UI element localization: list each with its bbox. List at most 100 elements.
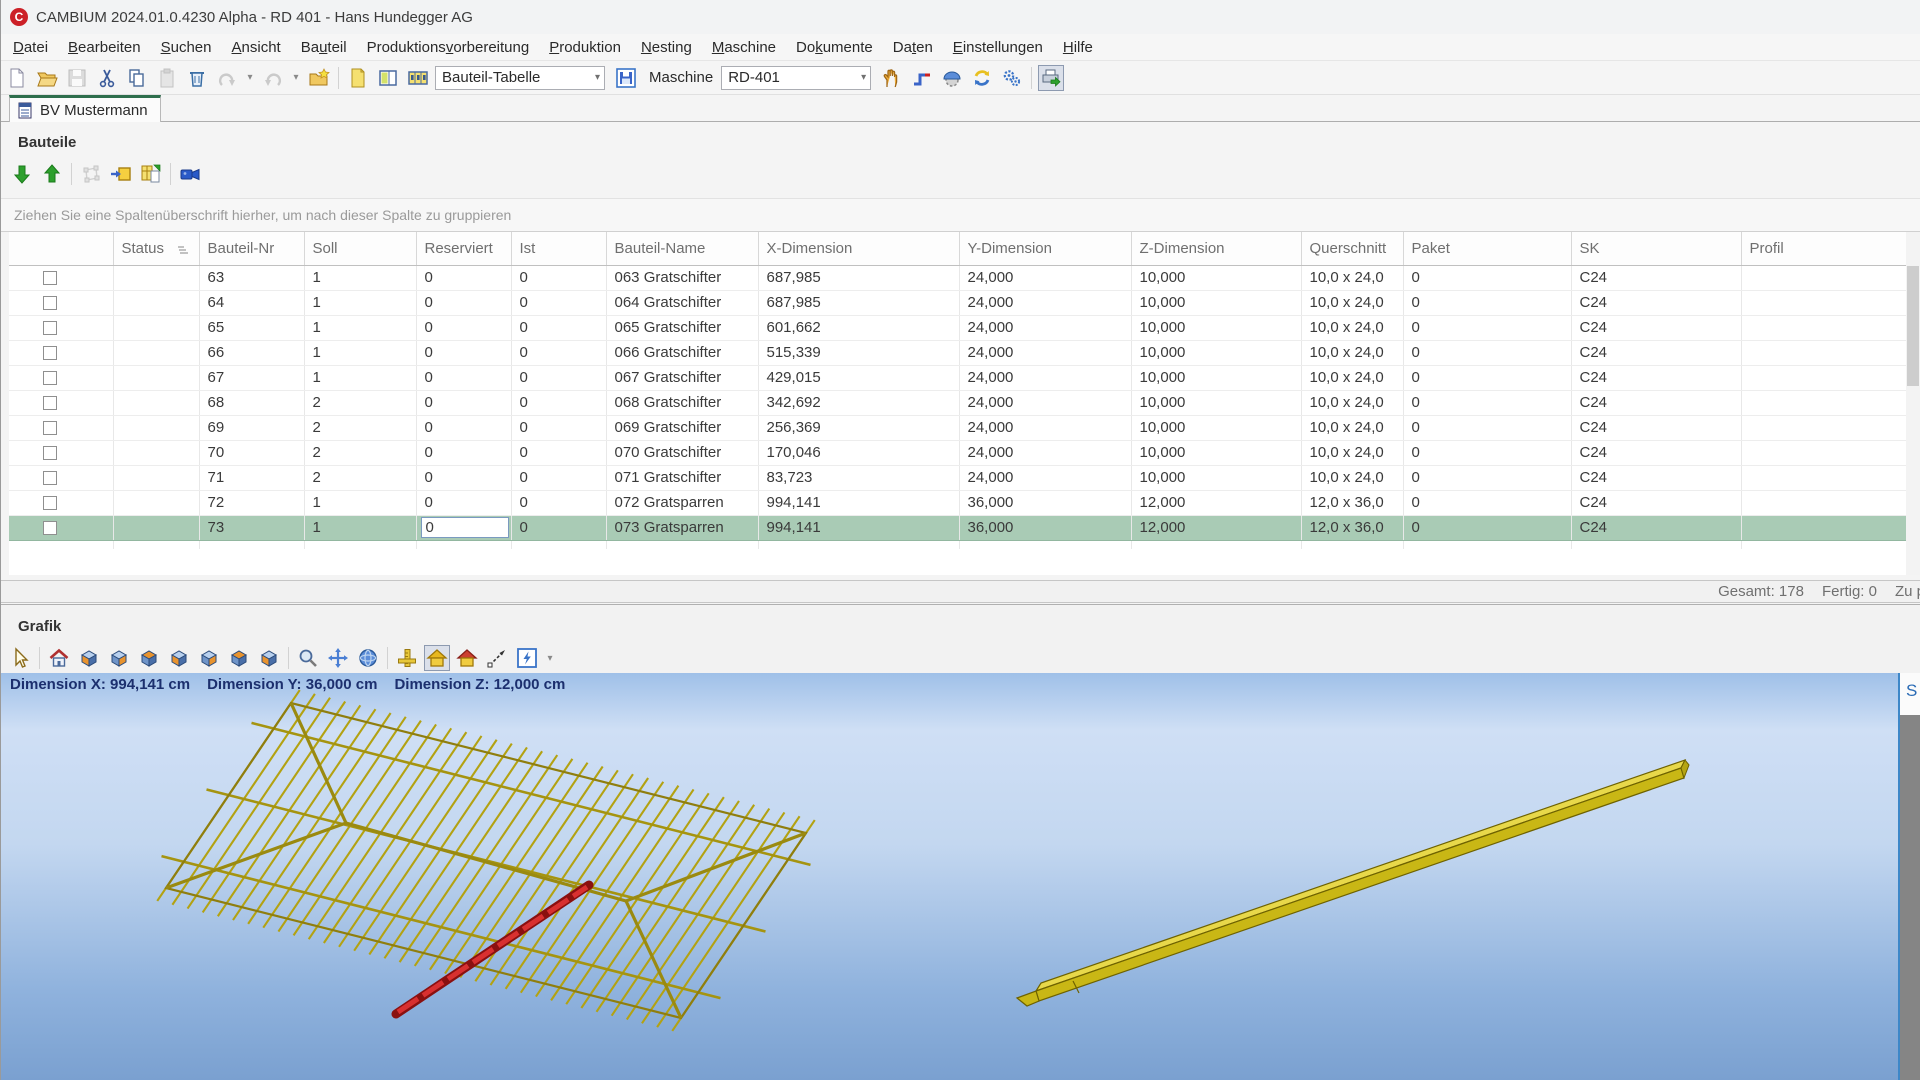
pointer-button[interactable] <box>7 645 33 671</box>
3d-viewport[interactable]: Dimension X: 994,141 cm Dimension Y: 36,… <box>1 673 1920 1080</box>
cell-z[interactable]: 10,000 <box>1131 290 1301 315</box>
cell-soll[interactable]: 2 <box>304 440 416 465</box>
menu-einstellungen[interactable]: Einstellungen <box>943 36 1053 59</box>
cell-sk[interactable]: C24 <box>1571 265 1741 290</box>
cell-paket[interactable]: 0 <box>1403 340 1571 365</box>
rotate-button[interactable] <box>355 645 381 671</box>
cell-status[interactable] <box>113 465 199 490</box>
cell-name[interactable]: 072 Gratsparren <box>606 490 758 515</box>
cell-name[interactable]: 066 Gratschifter <box>606 340 758 365</box>
cell-soll[interactable]: 1 <box>304 265 416 290</box>
menu-dokumente[interactable]: Dokumente <box>786 36 883 59</box>
view-cube-5-button[interactable] <box>196 645 222 671</box>
menu-datei[interactable]: Datei <box>3 36 58 59</box>
machine-saw-button[interactable] <box>939 65 965 91</box>
cell-paket[interactable]: 0 <box>1403 390 1571 415</box>
camera-button[interactable] <box>177 161 203 187</box>
cell-z[interactable]: 12,000 <box>1131 515 1301 540</box>
cell-profil[interactable] <box>1741 290 1906 315</box>
cell-z[interactable]: 10,000 <box>1131 390 1301 415</box>
cell-qs[interactable]: 10,0 x 24,0 <box>1301 265 1403 290</box>
house-red-roof-button[interactable] <box>454 645 480 671</box>
cell-x[interactable]: 83,723 <box>758 465 959 490</box>
row-checkbox[interactable] <box>43 271 57 285</box>
cell-ist[interactable]: 0 <box>511 415 606 440</box>
cell-soll[interactable]: 1 <box>304 290 416 315</box>
dimension-arrow-button[interactable] <box>484 645 510 671</box>
combo-dropdown-icon[interactable]: ▾ <box>595 72 600 83</box>
cell-name[interactable]: 073 Gratsparren <box>606 515 758 540</box>
cell-qs[interactable]: 10,0 x 24,0 <box>1301 390 1403 415</box>
cell-z[interactable]: 10,000 <box>1131 265 1301 290</box>
menu-hilfe[interactable]: Hilfe <box>1053 36 1103 59</box>
cell-status[interactable] <box>113 415 199 440</box>
table-row-73[interactable]: 73100073 Gratsparren994,14136,00012,0001… <box>9 515 1906 540</box>
table-row-69[interactable]: 69200069 Gratschifter256,36924,00010,000… <box>9 415 1906 440</box>
cell-ist[interactable]: 0 <box>511 515 606 540</box>
cell-profil[interactable] <box>1741 515 1906 540</box>
cell-ist[interactable]: 0 <box>511 265 606 290</box>
grid-view-button[interactable] <box>405 65 431 91</box>
column-header-x-dimension[interactable]: X-Dimension <box>758 232 959 265</box>
delete-button[interactable] <box>184 65 210 91</box>
cell-ist[interactable]: 0 <box>511 465 606 490</box>
cell-soll[interactable]: 1 <box>304 340 416 365</box>
cell-ist[interactable]: 0 <box>511 290 606 315</box>
cell-name[interactable]: 070 Gratschifter <box>606 440 758 465</box>
row-checkbox[interactable] <box>43 421 57 435</box>
cell-x[interactable]: 342,692 <box>758 390 959 415</box>
cell-soll[interactable]: 1 <box>304 315 416 340</box>
cell-ist[interactable]: 0 <box>511 390 606 415</box>
cell-paket[interactable]: 0 <box>1403 290 1571 315</box>
cell-profil[interactable] <box>1741 265 1906 290</box>
open-folder-button[interactable] <box>34 65 60 91</box>
cell-y[interactable]: 24,000 <box>959 390 1131 415</box>
cell-sk[interactable]: C24 <box>1571 415 1741 440</box>
pan-button[interactable] <box>325 645 351 671</box>
cell-x[interactable]: 256,369 <box>758 415 959 440</box>
panel-view-button[interactable] <box>375 65 401 91</box>
cell-ist[interactable]: 0 <box>511 340 606 365</box>
cell-res[interactable]: 0 <box>416 390 511 415</box>
table-row-70[interactable]: 70200070 Gratschifter170,04624,00010,000… <box>9 440 1906 465</box>
cell-y[interactable]: 24,000 <box>959 315 1131 340</box>
cell-sk[interactable]: C24 <box>1571 465 1741 490</box>
cell-status[interactable] <box>113 290 199 315</box>
cell-y[interactable]: 24,000 <box>959 340 1131 365</box>
cell-nr[interactable]: 69 <box>199 415 304 440</box>
cell-status[interactable] <box>113 340 199 365</box>
cell-paket[interactable]: 0 <box>1403 365 1571 390</box>
cell-name[interactable]: 067 Gratschifter <box>606 365 758 390</box>
menu-bauteil[interactable]: Bauteil <box>291 36 357 59</box>
cell-nr[interactable]: 71 <box>199 465 304 490</box>
cell-x[interactable]: 994,141 <box>758 490 959 515</box>
cell-sk[interactable]: C24 <box>1571 365 1741 390</box>
cell-z[interactable]: 10,000 <box>1131 415 1301 440</box>
vertical-scrollbar[interactable] <box>1906 232 1920 575</box>
cell-qs[interactable]: 10,0 x 24,0 <box>1301 465 1403 490</box>
cell-status[interactable] <box>113 390 199 415</box>
cell-qs[interactable]: 12,0 x 36,0 <box>1301 490 1403 515</box>
cell-profil[interactable] <box>1741 340 1906 365</box>
reserviert-edit-field[interactable]: 0 <box>421 517 509 538</box>
cell-sk[interactable]: C24 <box>1571 490 1741 515</box>
row-checkbox[interactable] <box>43 371 57 385</box>
cell-res[interactable]: 0 <box>416 465 511 490</box>
cell-z[interactable]: 10,000 <box>1131 340 1301 365</box>
table-row-63[interactable]: 63100063 Gratschifter687,98524,00010,000… <box>9 265 1906 290</box>
menu-daten[interactable]: Daten <box>883 36 943 59</box>
groupby-bar[interactable]: Ziehen Sie eine Spaltenüberschrift hierh… <box>1 198 1920 232</box>
cell-profil[interactable] <box>1741 415 1906 440</box>
menu-bearbeiten[interactable]: Bearbeiten <box>58 36 151 59</box>
cell-res[interactable]: 0 <box>416 315 511 340</box>
cell-z[interactable]: 12,000 <box>1131 490 1301 515</box>
insert-part-button[interactable] <box>108 161 134 187</box>
column-header-y-dimension[interactable]: Y-Dimension <box>959 232 1131 265</box>
cell-name[interactable]: 069 Gratschifter <box>606 415 758 440</box>
part-document-button[interactable] <box>345 65 371 91</box>
cell-sk[interactable]: C24 <box>1571 290 1741 315</box>
cell-ist[interactable]: 0 <box>511 365 606 390</box>
new-project-button[interactable] <box>306 65 332 91</box>
view-combo[interactable]: Bauteil-Tabelle▾ <box>435 66 605 90</box>
dropdown-caret-icon[interactable]: ▾ <box>544 653 556 664</box>
